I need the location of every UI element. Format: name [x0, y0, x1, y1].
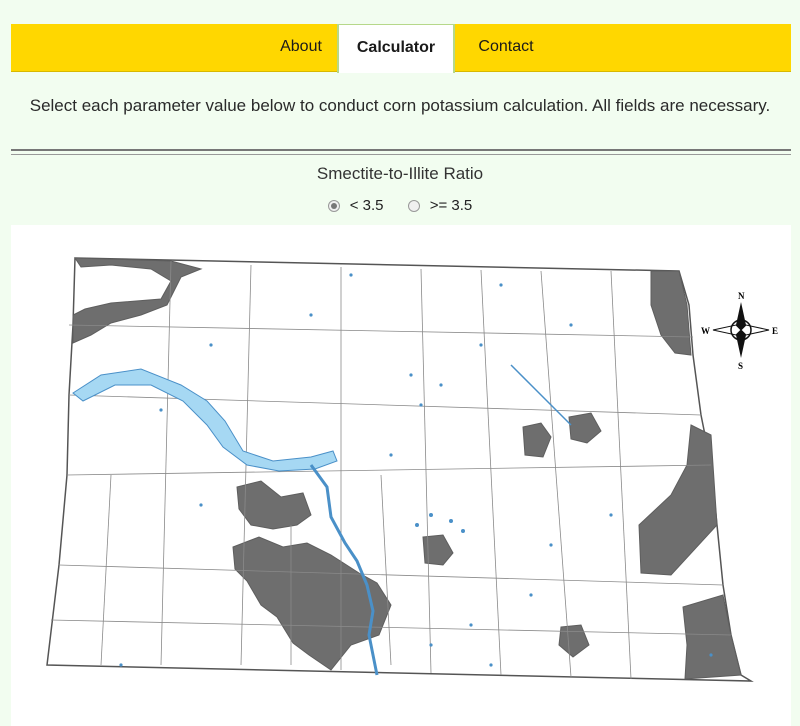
tab-contact[interactable]: Contact: [461, 24, 551, 71]
radio-gte[interactable]: [407, 199, 420, 212]
north-dakota-map: N S W E: [46, 257, 778, 682]
compass-south: S: [738, 361, 743, 371]
radio-lt-label: < 3.5: [349, 197, 384, 214]
compass-west: W: [701, 326, 710, 336]
section-divider: [11, 149, 791, 155]
radio-lt[interactable]: [327, 199, 340, 212]
map-panel: N S W E: [11, 225, 791, 726]
compass-north: N: [738, 291, 745, 301]
tab-calculator[interactable]: Calculator: [337, 24, 455, 73]
compass-east: E: [772, 326, 778, 336]
ratio-radio-group: < 3.5 >= 3.5: [0, 197, 800, 216]
zone-southeast: [682, 594, 742, 680]
ratio-option-gte[interactable]: >= 3.5: [407, 197, 473, 214]
top-nav: About Calculator Contact: [11, 24, 791, 73]
tab-about[interactable]: About: [256, 24, 346, 71]
parameter-title: Smectite-to-Illite Ratio: [316, 164, 484, 183]
intro-text: Select each parameter value below to con…: [29, 96, 771, 115]
ratio-option-lt[interactable]: < 3.5: [327, 197, 384, 214]
radio-gte-label: >= 3.5: [429, 197, 473, 214]
compass-rose: N S W E: [701, 291, 778, 371]
